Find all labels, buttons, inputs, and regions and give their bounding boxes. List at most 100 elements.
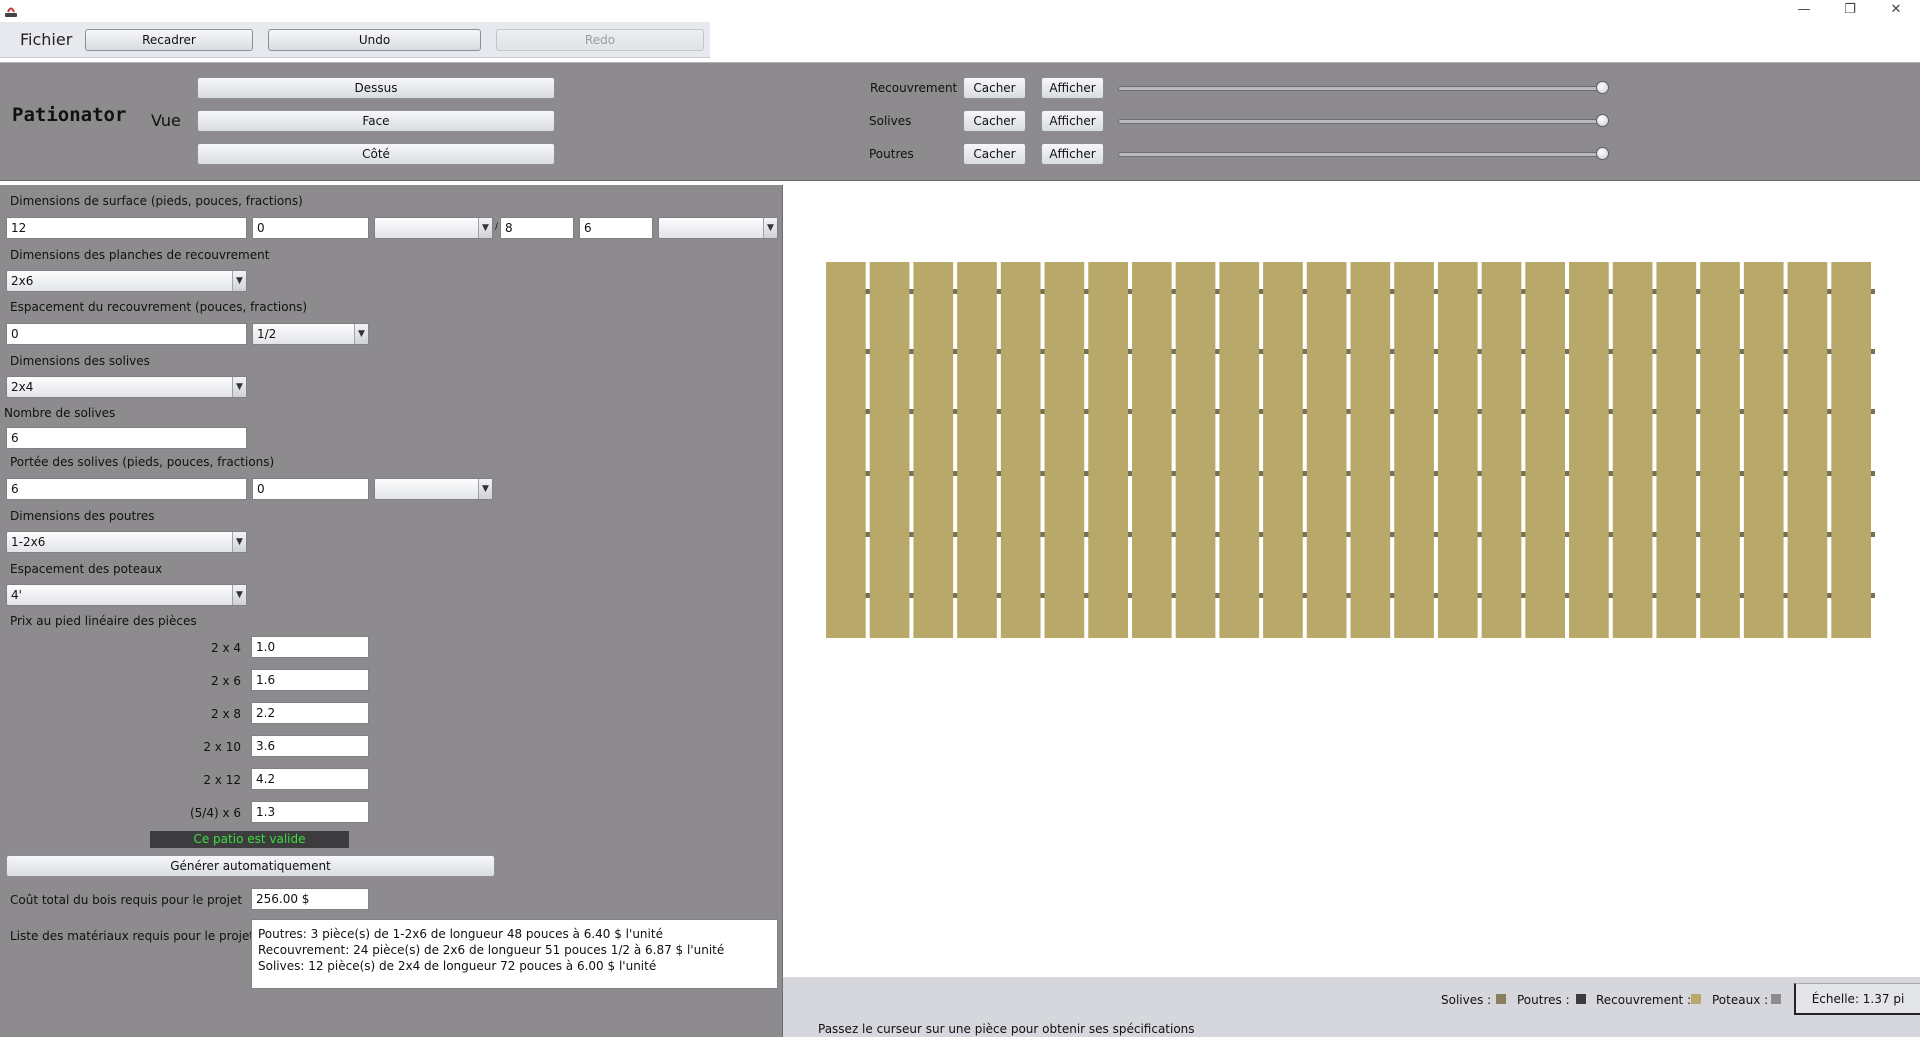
planches-select[interactable]: 2x6 ▼ — [6, 270, 247, 292]
joist-gap-4-13 — [1390, 471, 1395, 476]
surface-feet-input-1[interactable]: 12 — [6, 217, 247, 239]
undo-button[interactable]: Undo — [268, 29, 481, 51]
deck-board-20[interactable] — [1656, 262, 1697, 638]
joist-gap-4-12 — [1346, 471, 1351, 476]
joist-gap-2-12 — [1346, 349, 1351, 354]
legend-poutres-label: Poutres : — [1517, 993, 1570, 1007]
view-face-button[interactable]: Face — [197, 110, 555, 132]
price-input-2x4[interactable]: 1.0 — [251, 636, 369, 658]
deck-board-3[interactable] — [913, 262, 954, 638]
poutres-opacity-slider[interactable] — [1118, 152, 1604, 157]
chevron-down-icon: ▼ — [763, 218, 777, 238]
joist-gap-2-16 — [1521, 349, 1526, 354]
portee-inches-input[interactable]: 0 — [252, 478, 369, 500]
poutres-slider-thumb[interactable] — [1596, 147, 1609, 160]
joist-gap-2-2 — [909, 349, 914, 354]
espacement-fraction-value: 1/2 — [257, 327, 277, 341]
close-icon[interactable]: ✕ — [1873, 0, 1919, 22]
recouvrement-afficher-button[interactable]: Afficher — [1041, 77, 1104, 99]
joist-gap-5-2 — [909, 532, 914, 537]
joist-gap-1-22 — [1783, 289, 1788, 294]
deck-board-1[interactable] — [826, 262, 866, 638]
solives-cacher-button[interactable]: Cacher — [963, 110, 1026, 132]
deck-board-17[interactable] — [1525, 262, 1566, 638]
minimize-icon[interactable]: — — [1781, 0, 1827, 22]
surface-fraction-select-2[interactable]: ▼ — [658, 217, 778, 239]
surface-feet-input-2[interactable]: 8 — [500, 217, 574, 239]
recadrer-button[interactable]: Recadrer — [85, 29, 253, 51]
generer-automatiquement-button[interactable]: Générer automatiquement — [6, 855, 495, 877]
price-input-2x12[interactable]: 4.2 — [251, 768, 369, 790]
solives-opacity-slider[interactable] — [1118, 119, 1604, 124]
joist-gap-1-7 — [1127, 289, 1132, 294]
patio-top-view[interactable] — [826, 262, 1875, 638]
price-label-2x4: 2 x 4 — [211, 641, 241, 655]
menu-fichier[interactable]: Fichier — [20, 30, 72, 49]
recouvrement-cacher-button[interactable]: Cacher — [963, 77, 1026, 99]
nb-solives-input[interactable]: 6 — [6, 427, 247, 449]
deck-board-10[interactable] — [1219, 262, 1260, 638]
joist-gap-5-13 — [1390, 532, 1395, 537]
deck-board-22[interactable] — [1743, 262, 1784, 638]
poteaux-select[interactable]: 4' ▼ — [6, 584, 247, 606]
deck-board-12[interactable] — [1306, 262, 1347, 638]
joist-gap-1-2 — [909, 289, 914, 294]
recouvrement-opacity-slider[interactable] — [1118, 86, 1604, 91]
redo-button[interactable]: Redo — [496, 29, 704, 51]
solives-dim-value: 2x4 — [11, 380, 34, 394]
poutres-afficher-button[interactable]: Afficher — [1041, 143, 1104, 165]
espacement-fraction-select[interactable]: 1/2 ▼ — [252, 323, 369, 345]
joist-gap-3-19 — [1652, 409, 1657, 414]
surface-inches-input-2[interactable]: 6 — [579, 217, 653, 239]
solives-dim-select[interactable]: 2x4 ▼ — [6, 376, 247, 398]
portee-fraction-select[interactable]: ▼ — [374, 478, 493, 500]
joist-gap-1-9 — [1215, 289, 1220, 294]
price-input-5-4x6[interactable]: 1.3 — [251, 801, 369, 823]
surface-fraction-select-1[interactable]: ▼ — [374, 217, 493, 239]
deck-board-16[interactable] — [1481, 262, 1522, 638]
joist-gap-1-18 — [1608, 289, 1613, 294]
solives-slider-thumb[interactable] — [1596, 114, 1609, 127]
espacement-inches-input[interactable]: 0 — [6, 323, 247, 345]
deck-board-8[interactable] — [1131, 262, 1172, 638]
validity-status: Ce patio est valide — [150, 831, 349, 848]
joist-gap-2-1 — [865, 349, 870, 354]
joist-gap-2-22 — [1783, 349, 1788, 354]
deck-board-4[interactable] — [957, 262, 997, 638]
deck-board-21[interactable] — [1700, 262, 1740, 638]
deck-board-11[interactable] — [1263, 262, 1303, 638]
deck-board-9[interactable] — [1175, 262, 1216, 638]
deck-board-15[interactable] — [1437, 262, 1478, 638]
portee-feet-input[interactable]: 6 — [6, 478, 247, 500]
poutres-dim-select[interactable]: 1-2x6 ▼ — [6, 531, 247, 553]
joist-gap-3-1 — [865, 409, 870, 414]
view-dessus-button[interactable]: Dessus — [197, 77, 555, 99]
solives-afficher-button[interactable]: Afficher — [1041, 110, 1104, 132]
joist-gap-3-15 — [1477, 409, 1482, 414]
view-cote-button[interactable]: Côté — [197, 143, 555, 165]
deck-board-18[interactable] — [1569, 262, 1609, 638]
joist-gap-1-16 — [1521, 289, 1526, 294]
joist-gap-1-10 — [1259, 289, 1264, 294]
deck-board-13[interactable] — [1350, 262, 1391, 638]
deck-board-7[interactable] — [1088, 262, 1128, 638]
joist-gap-2-5 — [1040, 349, 1045, 354]
recouvrement-slider-thumb[interactable] — [1596, 81, 1609, 94]
price-input-2x8[interactable]: 2.2 — [251, 702, 369, 724]
deck-board-23[interactable] — [1787, 262, 1828, 638]
surface-inches-input-1[interactable]: 0 — [252, 217, 369, 239]
deck-board-14[interactable] — [1394, 262, 1434, 638]
joist-gap-3-22 — [1783, 409, 1788, 414]
restore-icon[interactable]: ❐ — [1827, 0, 1873, 22]
joist-gap-4-17 — [1565, 471, 1570, 476]
joist-gap-6-18 — [1608, 593, 1613, 598]
deck-board-2[interactable] — [869, 262, 910, 638]
price-label-2x6: 2 x 6 — [211, 674, 241, 688]
price-input-2x6[interactable]: 1.6 — [251, 669, 369, 691]
poutres-cacher-button[interactable]: Cacher — [963, 143, 1026, 165]
price-input-2x10[interactable]: 3.6 — [251, 735, 369, 757]
deck-board-24[interactable] — [1831, 262, 1871, 638]
deck-board-5[interactable] — [1000, 262, 1041, 638]
deck-board-6[interactable] — [1044, 262, 1085, 638]
deck-board-19[interactable] — [1612, 262, 1653, 638]
